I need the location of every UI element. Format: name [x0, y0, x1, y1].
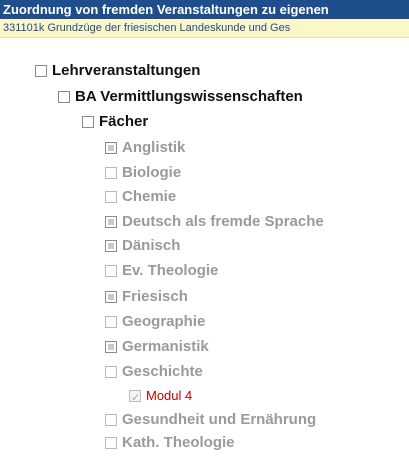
tree-node-label: Fächer — [99, 113, 149, 130]
tree-node-label: Geschichte — [122, 363, 203, 380]
checkbox-icon[interactable] — [35, 65, 47, 77]
checkbox-icon[interactable] — [105, 216, 117, 228]
tree-node-deutsch-als-fremde-sprache[interactable]: Deutsch als fremde Sprache — [105, 211, 324, 233]
tree-node-faecher[interactable]: Fächer — [82, 111, 148, 133]
tree-node-geschichte[interactable]: Geschichte — [105, 361, 203, 383]
tree-node-anglistik[interactable]: Anglistik — [105, 137, 185, 159]
checkbox-icon[interactable] — [82, 116, 94, 128]
tree-node-chemie[interactable]: Chemie — [105, 186, 176, 208]
checkbox-icon[interactable] — [105, 240, 117, 252]
checkbox-icon[interactable] — [58, 91, 70, 103]
tree-node-ba-vermittlungswissenschaften[interactable]: BA Vermittlungswissenschaften — [58, 86, 303, 108]
checkbox-icon[interactable] — [105, 414, 117, 426]
tree-node-label: Chemie — [122, 188, 177, 205]
category-tree: Lehrveranstaltungen BA Vermittlungswisse… — [0, 38, 409, 457]
tree-node-label: Germanistik — [122, 338, 209, 355]
tree-node-label: Kath. Theologie — [122, 434, 235, 451]
checkbox-icon[interactable] — [105, 437, 117, 449]
tree-node-label: Ev. Theologie — [122, 262, 219, 279]
tree-node-label: Deutsch als fremde Sprache — [122, 213, 324, 230]
tree-node-label: BA Vermittlungswissenschaften — [75, 88, 303, 105]
tree-node-label: Anglistik — [122, 139, 186, 156]
checkbox-checked-icon[interactable] — [129, 387, 141, 409]
tree-node-label: Lehrveranstaltungen — [52, 62, 201, 79]
tree-node-ev-theologie[interactable]: Ev. Theologie — [105, 260, 218, 282]
tree-node-geographie[interactable]: Geographie — [105, 311, 205, 333]
dialog-title: Zuordnung von fremden Veranstaltungen zu… — [0, 0, 409, 19]
checkbox-icon[interactable] — [105, 142, 117, 154]
tree-node-label: Modul 4 — [146, 388, 193, 403]
tree-node-kath-theologie[interactable]: Kath. Theologie — [105, 432, 235, 454]
checkbox-icon[interactable] — [105, 341, 117, 353]
tree-node-label: Friesisch — [122, 288, 188, 305]
tree-node-germanistik[interactable]: Germanistik — [105, 336, 209, 358]
tree-node-label: Geographie — [122, 313, 206, 330]
tree-node-biologie[interactable]: Biologie — [105, 162, 181, 184]
checkbox-icon[interactable] — [105, 191, 117, 203]
tree-node-label: Biologie — [122, 164, 182, 181]
tree-node-label: Dänisch — [122, 237, 181, 254]
tree-node-lehrveranstaltungen[interactable]: Lehrveranstaltungen — [35, 60, 200, 82]
checkbox-icon[interactable] — [105, 167, 117, 179]
tree-node-label: Gesundheit und Ernährung — [122, 411, 317, 428]
checkbox-icon[interactable] — [105, 366, 117, 378]
checkbox-icon[interactable] — [105, 265, 117, 277]
checkbox-icon[interactable] — [105, 316, 117, 328]
checkbox-icon[interactable] — [105, 291, 117, 303]
course-info: 331101k Grundzüge der friesischen Landes… — [0, 19, 409, 38]
tree-node-friesisch[interactable]: Friesisch — [105, 286, 188, 308]
tree-node-daenisch[interactable]: Dänisch — [105, 235, 180, 257]
tree-node-gesundheit-und-ernaehrung[interactable]: Gesundheit und Ernährung — [105, 409, 316, 431]
tree-node-modul-4[interactable]: Modul 4 — [129, 385, 193, 409]
